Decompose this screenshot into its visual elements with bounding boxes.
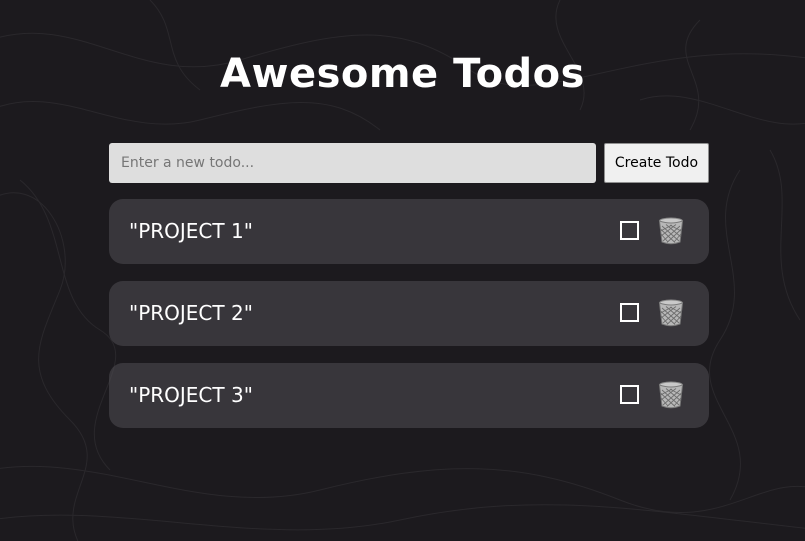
wastebasket-icon[interactable] [658,381,684,409]
todo-complete-checkbox[interactable] [620,221,639,240]
todo-text: "PROJECT 1" [129,219,253,243]
todo-list: "PROJECT 1" "PROJECT 2" "PROJECT 3" [109,199,709,445]
todo-complete-checkbox[interactable] [620,385,639,404]
new-todo-input[interactable] [109,143,596,183]
todo-complete-checkbox[interactable] [620,303,639,322]
wastebasket-icon[interactable] [658,217,684,245]
wastebasket-icon[interactable] [658,299,684,327]
page-title: Awesome Todos [220,51,585,97]
todo-item: "PROJECT 1" [109,199,709,264]
todo-item: "PROJECT 3" [109,363,709,428]
todo-item: "PROJECT 2" [109,281,709,346]
todo-text: "PROJECT 2" [129,301,253,325]
todo-app: Awesome Todos Create Todo "PROJECT 1" "P… [0,0,805,541]
create-todo-button[interactable]: Create Todo [604,143,709,183]
todo-text: "PROJECT 3" [129,383,253,407]
